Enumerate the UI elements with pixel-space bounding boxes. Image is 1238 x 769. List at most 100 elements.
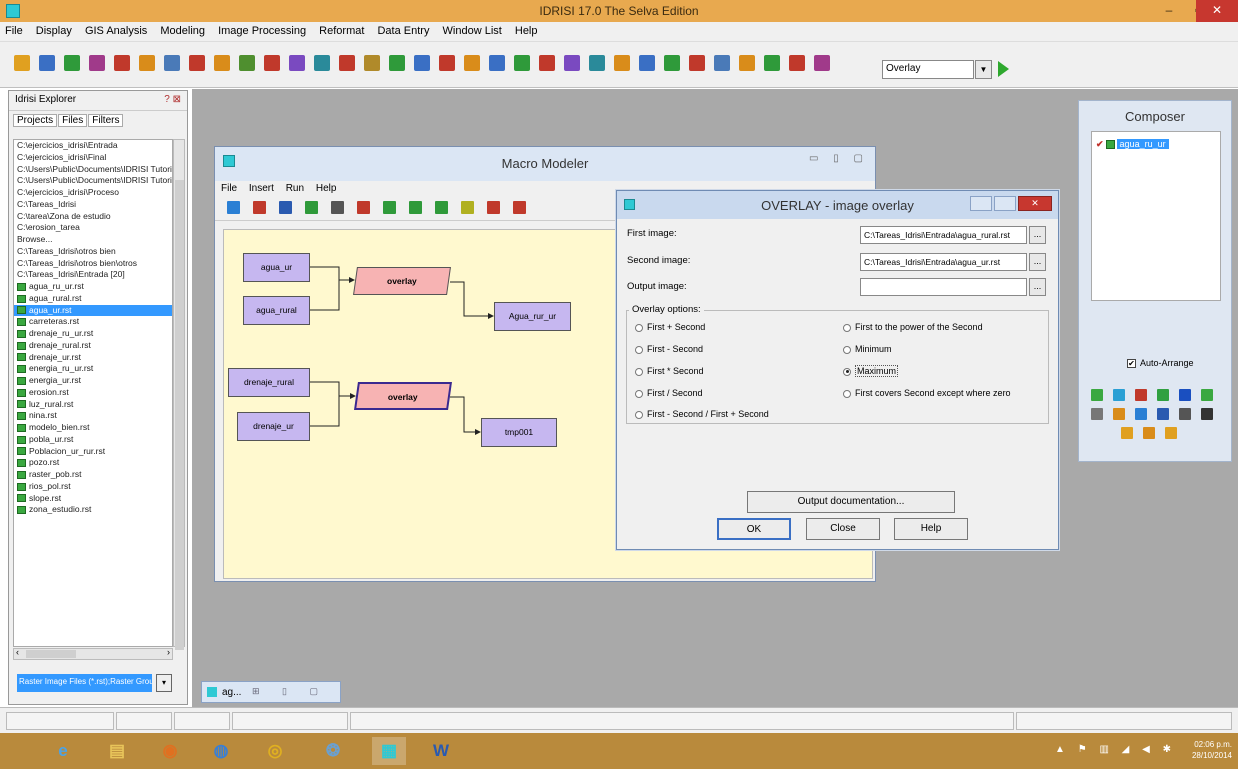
macro-tool-icon[interactable] [279, 201, 292, 214]
composer-layer-item[interactable]: ✔ agua_ru_ur [1096, 139, 1169, 150]
second-image-field[interactable]: C:\Tareas_Idrisi\Entrada\agua_ur.rst [860, 253, 1027, 271]
macro-tool-icon[interactable] [409, 201, 422, 214]
toolbar-tool-icon[interactable] [614, 55, 630, 71]
globe-taskbar-icon[interactable]: ❂ [316, 737, 350, 765]
file-item[interactable]: raster_pob.rst [14, 469, 172, 481]
macro-tool-icon[interactable] [253, 201, 266, 214]
toolbar-tool-icon[interactable] [189, 55, 205, 71]
composer-tool-icon[interactable] [1113, 389, 1125, 401]
toolbar-tool-icon[interactable] [389, 55, 405, 71]
file-list-scrollbar[interactable] [173, 139, 185, 650]
macro-tool-icon[interactable] [357, 201, 370, 214]
model-node-tmp001[interactable]: tmp001 [481, 418, 557, 447]
macro-tool-icon[interactable] [331, 201, 344, 214]
tab-files[interactable]: Files [58, 114, 88, 127]
option-first-plus-second[interactable]: First + Second [635, 322, 705, 332]
folder-item[interactable]: C:\Tareas_Idrisi\Entrada [20] [14, 269, 172, 281]
file-item[interactable]: drenaje_rural.rst [14, 340, 172, 352]
folder-item[interactable]: C:\Users\Public\Documents\IDRISI Tutoria… [14, 164, 172, 176]
idrisi-taskbar-icon[interactable]: ▦ [372, 737, 406, 765]
toolbar-tool-icon[interactable] [114, 55, 130, 71]
file-item[interactable]: rios_pol.rst [14, 481, 172, 493]
dialog-close-icon[interactable]: ✕ [1018, 196, 1052, 211]
folder-item[interactable]: C:\ejercicios_idrisi\Final [14, 152, 172, 164]
toolbar-tool-icon[interactable] [339, 55, 355, 71]
output-documentation-button[interactable]: Output documentation... [747, 491, 955, 513]
option-normalized-difference[interactable]: First - Second / First + Second [635, 409, 769, 419]
network-taskbar-icon[interactable]: ◍ [204, 737, 238, 765]
composer-tool-icon[interactable] [1135, 389, 1147, 401]
model-node-agua-rural[interactable]: agua_rural [243, 296, 310, 325]
minimized-window-buttons[interactable]: ⊞ ▯ ▢ [252, 686, 328, 697]
file-item[interactable]: agua_ur.rst [14, 304, 172, 317]
toolbar-tool-icon[interactable] [464, 55, 480, 71]
macro-tool-icon[interactable] [461, 201, 474, 214]
toolbar-tool-icon[interactable] [664, 55, 680, 71]
toolbar-tool-icon[interactable] [139, 55, 155, 71]
toolbar-tool-icon[interactable] [289, 55, 305, 71]
layer-visible-check-icon[interactable]: ✔ [1096, 139, 1104, 149]
composer-tool-icon[interactable] [1157, 408, 1169, 420]
folder-item[interactable]: C:\Users\Public\Documents\IDRISI Tutoria… [14, 175, 172, 187]
help-button[interactable]: Help [894, 518, 968, 540]
file-item[interactable]: Poblacion_ur_rur.rst [14, 446, 172, 458]
option-first-minus-second[interactable]: First - Second [635, 344, 703, 354]
composer-tool-icon[interactable] [1179, 389, 1191, 401]
tab-projects[interactable]: Projects [13, 114, 58, 127]
firefox-taskbar-icon[interactable]: ◉ [153, 737, 187, 765]
word-taskbar-icon[interactable]: W [424, 737, 458, 765]
menu-reformat[interactable]: Reformat [314, 22, 369, 37]
file-item[interactable]: luz_rural.rst [14, 399, 172, 411]
macro-menu-run[interactable]: Run [286, 183, 304, 194]
ok-button[interactable]: OK [717, 518, 791, 540]
file-item[interactable]: energia_ru_ur.rst [14, 363, 172, 375]
toolbar-tool-icon[interactable] [164, 55, 180, 71]
toolbar-tool-icon[interactable] [639, 55, 655, 71]
file-item[interactable]: nina.rst [14, 410, 172, 422]
toolbar-tool-icon[interactable] [564, 55, 580, 71]
model-node-overlay-1[interactable]: overlay [353, 267, 451, 295]
explorer-header-buttons[interactable]: ? ⊠ [164, 94, 181, 105]
folder-item[interactable]: C:\Tareas_Idrisi [14, 199, 172, 211]
close-button[interactable]: ✕ [1196, 0, 1238, 22]
file-item[interactable]: drenaje_ur.rst [14, 352, 172, 364]
folder-item[interactable]: C:\ejercicios_idrisi\Proceso [14, 187, 172, 199]
toolbar-tool-icon[interactable] [489, 55, 505, 71]
second-image-browse-button[interactable]: ... [1029, 253, 1046, 271]
menu-file[interactable]: File [0, 22, 28, 37]
option-first-times-second[interactable]: First * Second [635, 366, 704, 376]
toolbar-tool-icon[interactable] [539, 55, 555, 71]
file-item[interactable]: pobla_ur.rst [14, 434, 172, 446]
first-image-browse-button[interactable]: ... [1029, 226, 1046, 244]
model-node-agua-rur-ur[interactable]: Agua_rur_ur [494, 302, 571, 331]
file-list[interactable]: C:\ejercicios_idrisi\Entrada C:\ejercicio… [13, 139, 173, 647]
file-explorer-taskbar-icon[interactable]: ▤ [100, 737, 134, 765]
file-item[interactable]: pozo.rst [14, 457, 172, 469]
option-maximum[interactable]: Maximum [843, 365, 899, 377]
model-node-agua-ur[interactable]: agua_ur [243, 253, 310, 282]
first-image-field[interactable]: C:\Tareas_Idrisi\Entrada\agua_rural.rst [860, 226, 1027, 244]
file-item[interactable]: drenaje_ru_ur.rst [14, 328, 172, 340]
macro-tool-icon[interactable] [513, 201, 526, 214]
file-item[interactable]: carreteras.rst [14, 316, 172, 328]
file-item[interactable]: erosion.rst [14, 387, 172, 399]
file-item[interactable]: slope.rst [14, 493, 172, 505]
composer-tool-icon[interactable] [1165, 427, 1177, 439]
macro-menu-insert[interactable]: Insert [249, 183, 274, 194]
folder-item[interactable]: C:\Tareas_Idrisi\otros bien\otros [14, 258, 172, 270]
composer-tool-icon[interactable] [1157, 389, 1169, 401]
model-node-overlay-2[interactable]: overlay [354, 382, 452, 410]
composer-tool-icon[interactable] [1091, 408, 1103, 420]
module-combo[interactable]: Overlay [882, 60, 974, 79]
tab-filters[interactable]: Filters [88, 114, 124, 127]
composer-tool-icon[interactable] [1121, 427, 1133, 439]
model-node-drenaje-ur[interactable]: drenaje_ur [237, 412, 310, 441]
macro-menu-help[interactable]: Help [316, 183, 337, 194]
option-first-divide-second[interactable]: First / Second [635, 388, 703, 398]
dialog-maximize-button[interactable] [994, 196, 1016, 211]
composer-tool-icon[interactable] [1201, 389, 1213, 401]
menu-modeling[interactable]: Modeling [155, 22, 210, 37]
toolbar-tool-icon[interactable] [514, 55, 530, 71]
toolbar-tool-icon[interactable] [39, 55, 55, 71]
toolbar-tool-icon[interactable] [14, 55, 30, 71]
